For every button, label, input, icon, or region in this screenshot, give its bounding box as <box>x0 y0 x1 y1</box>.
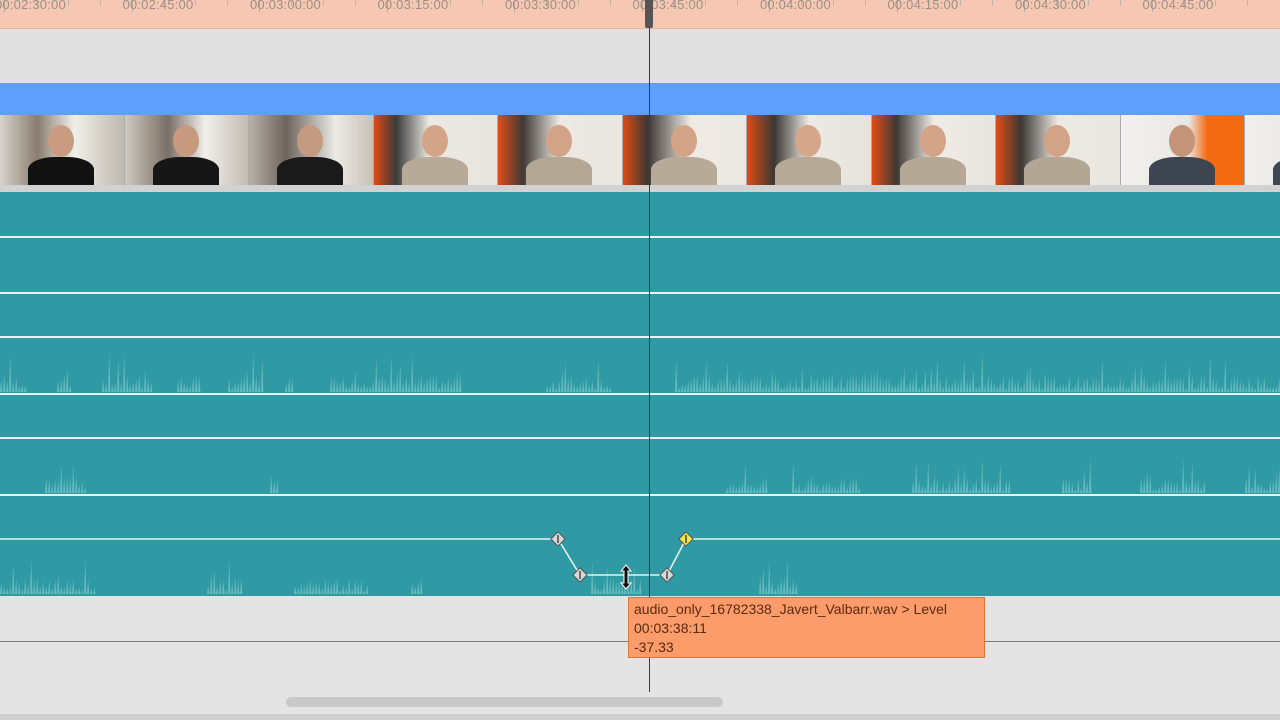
tooltip-clip-label: audio_only_16782338_Javert_Valbarr.wav >… <box>634 601 948 617</box>
volume-keyframe[interactable] <box>659 567 675 583</box>
level-tooltip: audio_only_16782338_Javert_Valbarr.wav >… <box>628 597 985 658</box>
tooltip-value: -37.33 <box>634 639 674 655</box>
volume-keyframe[interactable] <box>550 531 566 547</box>
volume-envelope-line[interactable] <box>0 538 1280 576</box>
resize-vertical-cursor-icon <box>619 564 633 590</box>
playhead-handle[interactable] <box>645 0 653 28</box>
volume-keyframe[interactable] <box>572 567 588 583</box>
volume-keyframe[interactable] <box>678 531 694 547</box>
playhead[interactable] <box>649 28 650 692</box>
tooltip-timecode: 00:03:38:11 <box>634 620 707 636</box>
